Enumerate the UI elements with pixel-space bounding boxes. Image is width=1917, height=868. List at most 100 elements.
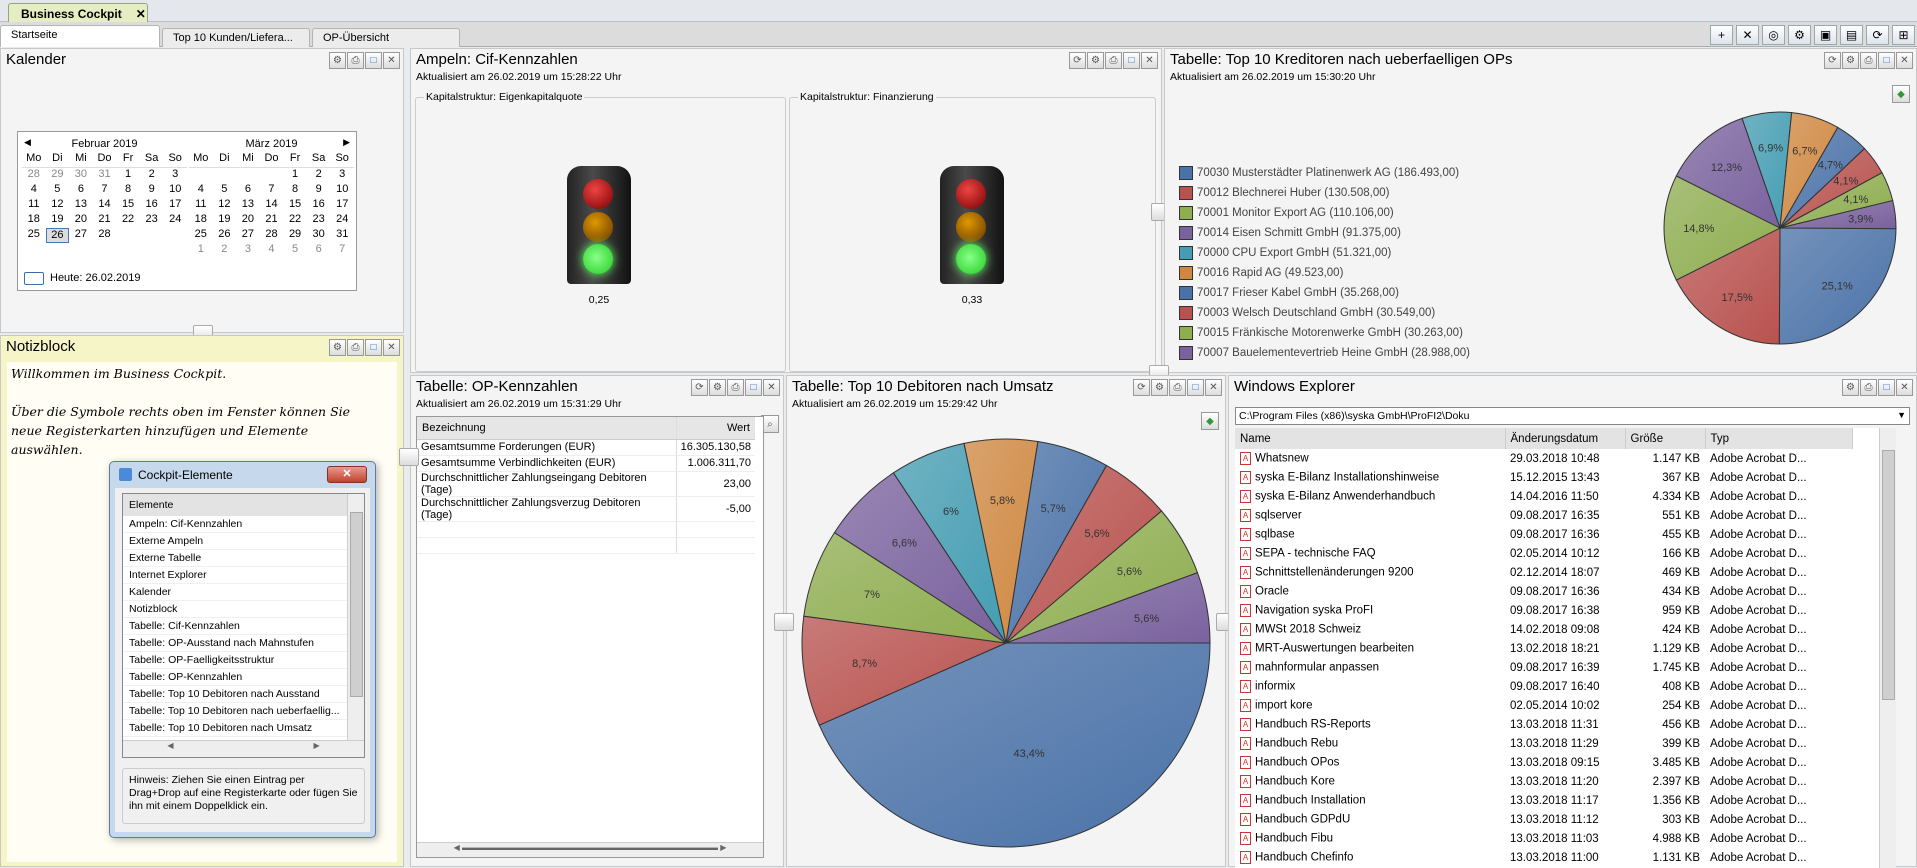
- close-button[interactable]: ✕: [327, 466, 367, 483]
- maximize-icon[interactable]: □: [1123, 52, 1140, 69]
- calendar-day[interactable]: 26: [213, 228, 237, 243]
- settings-icon[interactable]: ⚙: [1788, 25, 1811, 45]
- calendar-day[interactable]: 11: [22, 198, 46, 213]
- calendar-day[interactable]: 1: [116, 168, 140, 183]
- file-row[interactable]: A Handbuch Rebu 13.03.2018 11:29 399 KB Adob…: [1235, 734, 1853, 753]
- calendar-day[interactable]: 21: [260, 213, 284, 228]
- calendar-day[interactable]: 19: [46, 213, 70, 228]
- settings-icon[interactable]: ⚙: [1087, 52, 1104, 69]
- new-tab-icon[interactable]: +: [1710, 25, 1733, 45]
- scrollbar-thumb[interactable]: [1882, 450, 1895, 700]
- file-row[interactable]: Ainformix 09.08.2017 16:40 408 KB Adobe Acr…: [1235, 677, 1853, 696]
- file-row[interactable]: A MRT-Auswertungen bearbeiten 13.02.2018 1…: [1235, 639, 1853, 658]
- file-row[interactable]: A Handbuch RS-Reports 13.03.2018 11:31 456 …: [1235, 715, 1853, 734]
- refresh-icon[interactable]: ⟳: [1866, 25, 1889, 45]
- file-row[interactable]: Asyska E-Bilanz Installationshinweise 15.…: [1235, 468, 1853, 487]
- calendar-day[interactable]: 18: [189, 213, 213, 228]
- element-list-item[interactable]: Tabelle: Top 10 Debitoren nach Umsatz: [123, 720, 348, 737]
- file-row[interactable]: A Handbuch Fibu 13.03.2018 11:03 4.988 KB Ad…: [1235, 829, 1853, 848]
- calendar-day[interactable]: 28: [93, 228, 117, 243]
- calendar-day[interactable]: 15: [283, 198, 307, 213]
- calendar-day[interactable]: 30: [69, 168, 93, 183]
- file-row[interactable]: Asqlbase 09.08.2017 16:36 455 KB Adobe Acro…: [1235, 525, 1853, 544]
- calendar-day[interactable]: 4: [189, 183, 213, 198]
- element-list-item[interactable]: Notizblock: [123, 601, 348, 618]
- calendar-day[interactable]: 16: [140, 198, 164, 213]
- refresh-icon[interactable]: ⟳: [691, 379, 708, 396]
- calendar-day[interactable]: 1: [189, 243, 213, 258]
- vertical-scrollbar[interactable]: [347, 494, 364, 742]
- close-icon[interactable]: ✕: [136, 7, 146, 21]
- calendar-day[interactable]: 29: [46, 168, 70, 183]
- calendar-day[interactable]: 7: [93, 183, 117, 198]
- file-row[interactable]: A Handbuch OPos 13.03.2018 09:15 3.485 KB Ad…: [1235, 753, 1853, 772]
- calendar-day[interactable]: 18: [22, 213, 46, 228]
- element-list-item[interactable]: Kalender: [123, 584, 348, 601]
- close-icon[interactable]: ✕: [1141, 52, 1158, 69]
- vertical-scrollbar[interactable]: [1879, 428, 1896, 868]
- column-header[interactable]: Bezeichnung: [417, 417, 677, 440]
- table-row[interactable]: Gesamtsumme Forderungen (EUR) 16.305.130,…: [417, 439, 755, 456]
- calendar-day[interactable]: 28: [22, 168, 46, 183]
- calendar-day[interactable]: 8: [116, 183, 140, 198]
- maximize-icon[interactable]: □: [365, 339, 382, 356]
- settings-icon[interactable]: ⚙: [709, 379, 726, 396]
- scrollbar-thumb[interactable]: [350, 512, 363, 697]
- calendar-day[interactable]: 17: [330, 198, 354, 213]
- calendar-day[interactable]: 7: [260, 183, 284, 198]
- calendar-day[interactable]: 2: [307, 168, 331, 183]
- cockpit-elements-icon[interactable]: ◎: [1762, 25, 1785, 45]
- calendar-day[interactable]: 8: [283, 183, 307, 198]
- calendar-day[interactable]: 14: [260, 198, 284, 213]
- path-combobox[interactable]: C:\Program Files (x86)\syska GmbH\ProFI2…: [1235, 407, 1910, 425]
- element-list-item[interactable]: Internet Explorer: [123, 567, 348, 584]
- table-row[interactable]: Durchschnittlicher Zahlungseingang Debit…: [417, 471, 755, 497]
- calendar-day[interactable]: 10: [330, 183, 354, 198]
- delete-tab-icon[interactable]: ✕: [1736, 25, 1759, 45]
- calendar-day[interactable]: 22: [116, 213, 140, 228]
- layout-icon[interactable]: ⊞: [1892, 25, 1915, 45]
- close-icon[interactable]: ✕: [383, 339, 400, 356]
- column-header-date[interactable]: Änderungsdatum: [1505, 428, 1626, 449]
- horizontal-scrollbar[interactable]: ◀ ▬▬▬▬▬▬▬▬▬▬▬▬▬▬▬▬▬▬▬▬▬▬▬▬▬▬▬▬▬▬▬▬ ▶: [417, 842, 763, 857]
- calendar-day[interactable]: 25: [189, 228, 213, 243]
- table-row[interactable]: Durchschnittlicher Zahlungsverzug Debito…: [417, 496, 755, 522]
- calendar-day[interactable]: 30: [307, 228, 331, 243]
- column-header-type[interactable]: Typ: [1705, 428, 1853, 449]
- calendar-day[interactable]: 5: [283, 243, 307, 258]
- file-row[interactable]: A Handbuch Chefinfo 13.03.2018 11:00 1.131 …: [1235, 848, 1853, 867]
- calendar-day[interactable]: 23: [140, 213, 164, 228]
- calendar-day[interactable]: 25: [22, 228, 46, 243]
- print-icon[interactable]: ⎙: [727, 379, 744, 396]
- print-icon[interactable]: ⎙: [347, 339, 364, 356]
- element-list-item[interactable]: Tabelle: Cif-Kennzahlen: [123, 618, 348, 635]
- element-list-item[interactable]: Tabelle: Top 10 Debitoren nach ueberfael…: [123, 703, 348, 720]
- calendar-day[interactable]: 31: [330, 228, 354, 243]
- file-row[interactable]: A Whatsnew 29.03.2018 10:48 1.147 KB Adobe A…: [1235, 449, 1853, 468]
- file-row[interactable]: Asyska E-Bilanz Anwenderhandbuch 14.04.20…: [1235, 487, 1853, 506]
- chevron-down-icon[interactable]: ▼: [1897, 410, 1906, 420]
- calendar-day[interactable]: 27: [69, 228, 93, 243]
- column-header-size[interactable]: Größe: [1625, 428, 1706, 449]
- today-label[interactable]: Heute: 26.02.2019: [50, 272, 141, 284]
- calendar-day[interactable]: 7: [330, 243, 354, 258]
- calendar-day[interactable]: 24: [330, 213, 354, 228]
- column-header[interactable]: Wert: [675, 417, 755, 440]
- calendar-day[interactable]: 17: [163, 198, 187, 213]
- file-row[interactable]: A Handbuch Installation 13.03.2018 11:17 1.…: [1235, 791, 1853, 810]
- refresh-icon[interactable]: ⟳: [1069, 52, 1086, 69]
- save-icon[interactable]: ▣: [1814, 25, 1837, 45]
- calendar-day[interactable]: 21: [93, 213, 117, 228]
- calendar-day[interactable]: 12: [46, 198, 70, 213]
- calendar-day[interactable]: 3: [330, 168, 354, 183]
- calendar-day[interactable]: 20: [236, 213, 260, 228]
- tab-top10-kunden[interactable]: Top 10 Kunden/Liefera...: [162, 28, 310, 47]
- calendar-day[interactable]: 11: [189, 198, 213, 213]
- file-row[interactable]: Amahnformular anpassen 09.08.2017 16:39 1.…: [1235, 658, 1853, 677]
- calendar-day[interactable]: 3: [236, 243, 260, 258]
- calendar-day[interactable]: 22: [283, 213, 307, 228]
- file-row[interactable]: Asqlserver 09.08.2017 16:35 551 KB Adobe Ac…: [1235, 506, 1853, 525]
- file-row[interactable]: A Oracle 09.08.2017 16:36 434 KB Adobe Acrob…: [1235, 582, 1853, 601]
- calendar-day[interactable]: 29: [283, 228, 307, 243]
- calendar-day[interactable]: 5: [213, 183, 237, 198]
